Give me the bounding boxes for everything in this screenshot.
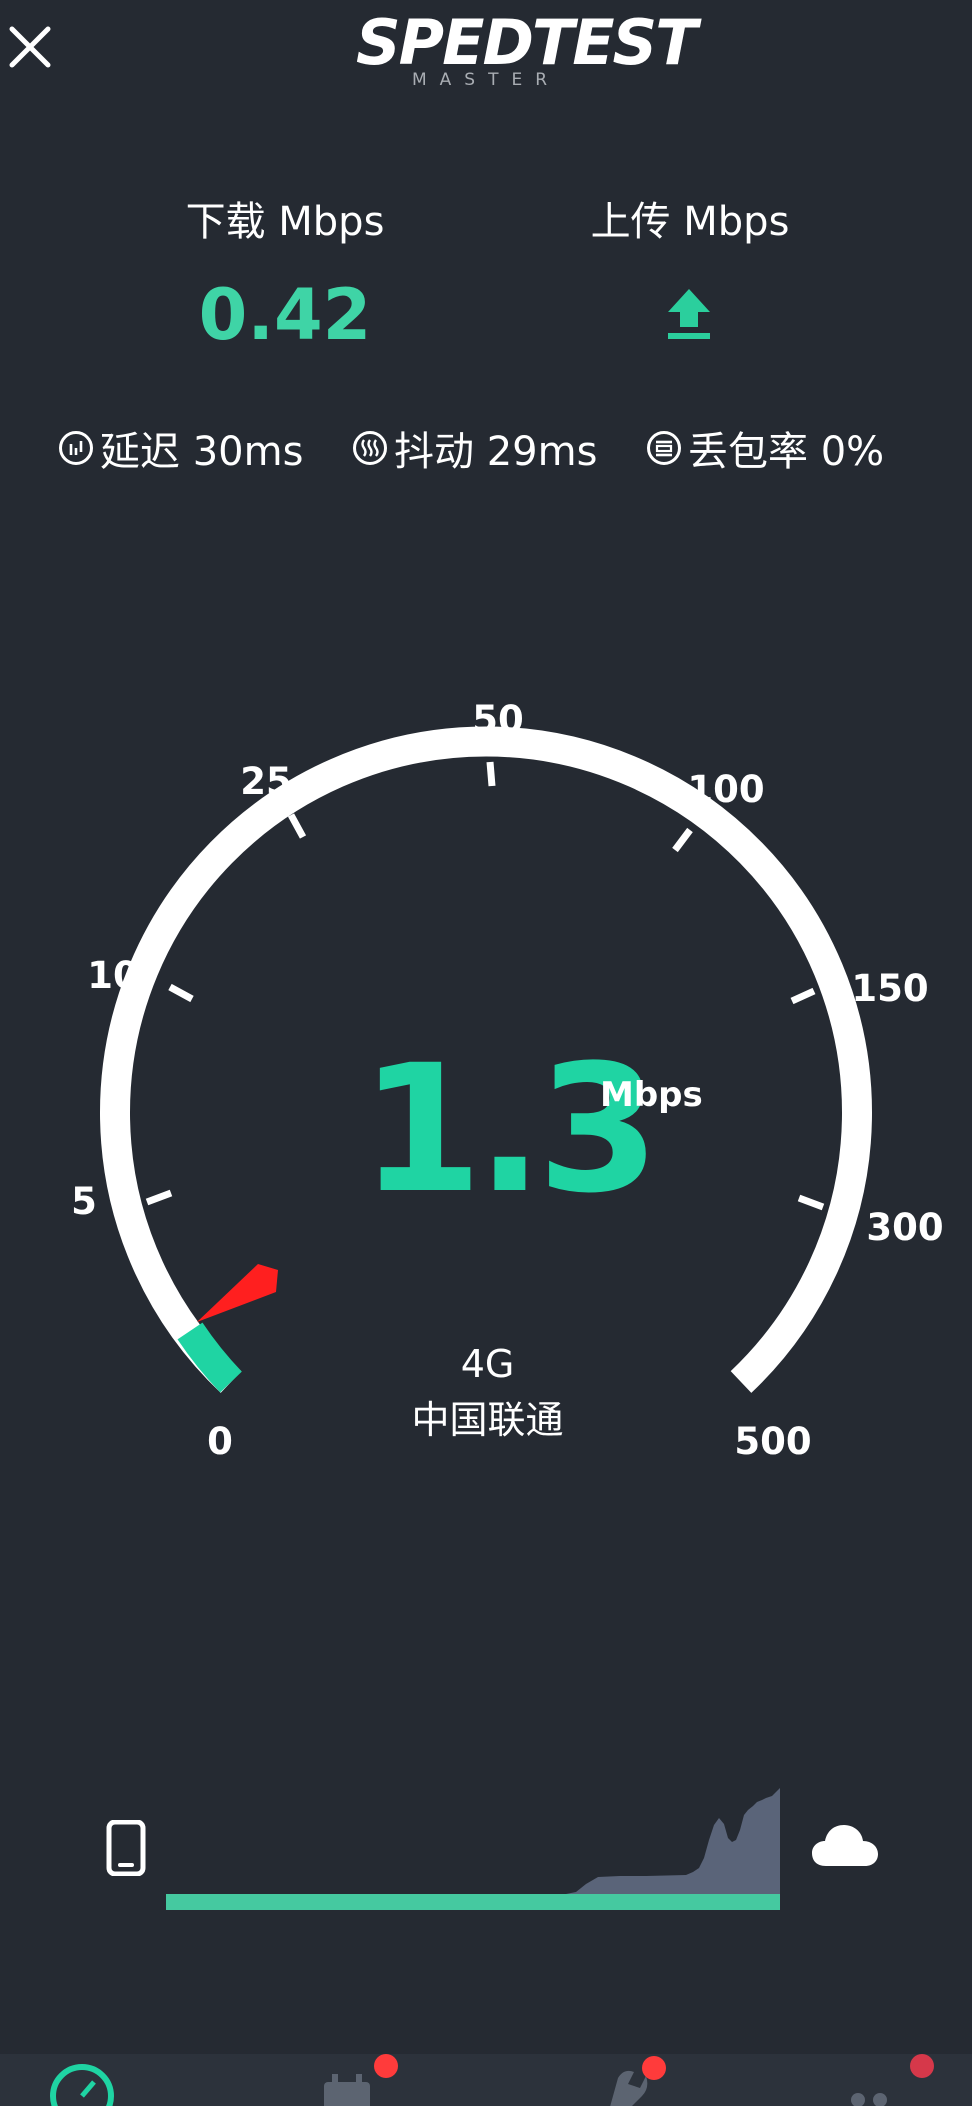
gauge-label-5: 5: [71, 1180, 97, 1223]
download-label: 下载 Mbps: [185, 199, 385, 245]
nav-more[interactable]: [838, 2054, 934, 2106]
gauge-label-150: 150: [851, 967, 928, 1010]
latency-icon: [59, 431, 93, 465]
current-speed-value: 1.3: [360, 1027, 660, 1232]
jitter-text: 抖动 29ms: [394, 429, 598, 475]
gauge-label-300: 300: [866, 1206, 943, 1249]
gauge-label-50: 50: [472, 698, 524, 741]
latency-text: 延迟 30ms: [100, 429, 304, 475]
logo-title: SPEDTEST: [356, 6, 698, 79]
more-badge: [910, 2054, 934, 2078]
gauge-label-0: 0: [207, 1420, 233, 1463]
throughput-area: [166, 1788, 780, 1910]
packet-loss-icon: [647, 431, 681, 465]
gauge-label-10: 10: [87, 954, 139, 997]
close-button[interactable]: [0, 12, 60, 82]
throughput-baseline: [166, 1894, 780, 1910]
gauge-tick: [790, 987, 816, 1005]
gauge-tick: [145, 1189, 173, 1206]
app-logo: SPEDTEST MASTER: [356, 6, 698, 91]
throughput-graph: [166, 1788, 780, 1910]
speedtest-icon[interactable]: [38, 2054, 128, 2106]
nav-history[interactable]: [306, 2054, 398, 2106]
carrier-name: 中国联通: [411, 1398, 564, 1442]
gauge-tick: [287, 813, 307, 839]
gauge-tick: [168, 983, 194, 1003]
close-icon[interactable]: [8, 25, 52, 69]
logo-subtitle: MASTER: [411, 70, 561, 90]
gauge-label-500: 500: [734, 1420, 811, 1463]
nav-tools[interactable]: [588, 2054, 678, 2106]
phone-icon: [106, 1820, 146, 1876]
packet-loss-text: 丢包率 0%: [688, 429, 885, 475]
download-value: 0.42: [198, 274, 372, 356]
upload-arrow-icon: [668, 289, 710, 339]
gauge-label-100: 100: [687, 768, 764, 811]
gauge-needle: [197, 1264, 278, 1322]
gauge-tick: [672, 827, 693, 853]
packet-loss-stat: 丢包率 0%: [646, 418, 884, 478]
current-speed-unit: Mbps: [600, 1075, 703, 1115]
gauge-progress: [177, 1322, 242, 1393]
bottom-nav: [0, 2054, 972, 2106]
gauge-tick: [797, 1194, 825, 1211]
jitter-stat: 抖动 29ms: [352, 418, 597, 478]
tools-badge: [642, 2056, 666, 2080]
latency-stat: 延迟 30ms: [58, 418, 303, 478]
history-badge: [374, 2054, 398, 2078]
jitter-icon: [353, 431, 387, 465]
upload-label: 上传 Mbps: [590, 199, 790, 245]
gauge-tick: [486, 761, 496, 787]
nav-speedtest[interactable]: [38, 2054, 128, 2106]
gauge-label-25: 25: [240, 760, 292, 803]
network-type: 4G: [460, 1342, 515, 1386]
cloud-icon: [812, 1825, 878, 1866]
